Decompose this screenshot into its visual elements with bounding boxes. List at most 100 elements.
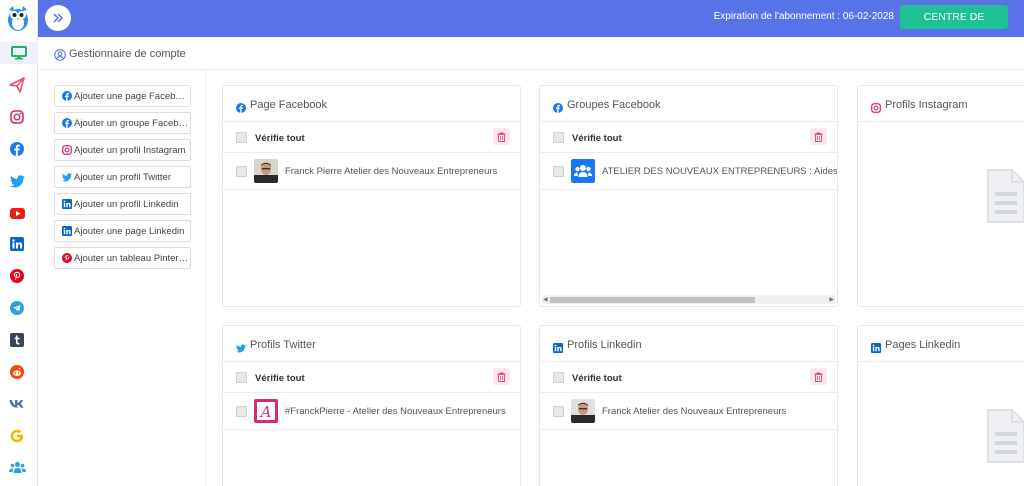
card-profils-instagram: Profils Instagram [857, 85, 1024, 307]
twitter-icon[interactable] [8, 172, 26, 190]
item-name: Franck Pierre Atelier des Nouveaux Entre… [285, 166, 498, 177]
card-groupes-facebook: Groupes Facebook Vérifie tout ATELIER DE… [539, 85, 838, 307]
facebook-icon[interactable] [8, 140, 26, 158]
check-all-label: Vérifie tout [572, 133, 622, 144]
linkedin-icon [62, 199, 72, 209]
trash-icon [497, 372, 506, 382]
top-bar: Expiration de l'abonnement : 06-02-2028 … [38, 0, 1024, 47]
facebook-icon [553, 100, 563, 118]
card-header: Profils Twitter [223, 326, 520, 362]
check-all-row: Vérifie tout [223, 122, 520, 153]
page-title: Gestionnaire de compte [69, 48, 186, 60]
linkedin-icon[interactable] [8, 235, 26, 253]
check-all-label: Vérifie tout [572, 373, 622, 384]
facebook-icon [62, 91, 72, 101]
item-checkbox[interactable] [553, 166, 564, 177]
add-button-label: Ajouter une page Facebook [74, 90, 190, 102]
double-chevron-right-icon [53, 13, 64, 23]
check-all-checkbox[interactable] [553, 372, 564, 383]
avatar: A [254, 399, 278, 423]
check-all-label: Vérifie tout [255, 133, 305, 144]
empty-document-icon [986, 408, 1024, 464]
item-checkbox[interactable] [236, 166, 247, 177]
card-page-facebook: Page Facebook Vérifie tout Franck Pierre… [222, 85, 521, 307]
item-checkbox[interactable] [553, 406, 564, 417]
twitter-icon [62, 172, 72, 182]
add-account-panel: Ajouter une page Facebook Ajouter un gro… [38, 70, 206, 486]
telegram-icon[interactable] [8, 299, 26, 317]
instagram-icon [871, 100, 881, 118]
svg-text:A: A [259, 403, 272, 421]
add-instagram-profile-button[interactable]: Ajouter un profil Instagram [54, 139, 191, 161]
users-icon[interactable] [8, 458, 26, 476]
check-all-checkbox[interactable] [553, 132, 564, 143]
page-header: Gestionnaire de compte [38, 37, 1024, 70]
list-item: Franck Atelier des Nouveaux Entrepreneur… [540, 393, 837, 430]
add-pinterest-board-button[interactable]: Ajouter un tableau Pinterest [54, 247, 191, 269]
check-all-label: Vérifie tout [255, 373, 305, 384]
avatar [254, 159, 278, 183]
card-profils-twitter: Profils Twitter Vérifie tout A #FranckPi… [222, 325, 521, 486]
pinterest-icon[interactable] [8, 267, 26, 285]
app-logo[interactable] [5, 4, 31, 32]
horizontal-scrollbar[interactable]: ◀ ▶ [542, 295, 835, 304]
list-item: A #FranckPierre - Atelier des Nouveaux E… [223, 393, 520, 430]
item-name: #FranckPierre - Atelier des Nouveaux Ent… [285, 406, 506, 417]
trash-icon [814, 132, 823, 142]
linkedin-icon [62, 226, 72, 236]
list-item: Franck Pierre Atelier des Nouveaux Entre… [223, 153, 520, 190]
check-all-checkbox[interactable] [236, 132, 247, 143]
scrollbar-thumb[interactable] [550, 297, 755, 303]
delete-button[interactable] [493, 128, 510, 145]
facebook-icon [236, 100, 246, 118]
vk-icon[interactable] [8, 395, 26, 413]
facebook-icon [62, 118, 72, 128]
linkedin-icon [553, 340, 563, 358]
empty-document-icon [986, 168, 1024, 224]
add-linkedin-page-button[interactable]: Ajouter une page Linkedin [54, 220, 191, 242]
item-name: Franck Atelier des Nouveaux Entrepreneur… [602, 406, 787, 417]
send-icon[interactable] [8, 76, 26, 94]
reddit-icon[interactable] [8, 363, 26, 381]
check-all-checkbox[interactable] [236, 372, 247, 383]
add-button-label: Ajouter une page Linkedin [74, 225, 185, 237]
card-header: Profils Instagram [858, 86, 1024, 122]
subscription-expiry: Expiration de l'abonnement : 06-02-2028 [713, 11, 894, 22]
google-icon[interactable] [8, 427, 26, 445]
delete-button[interactable] [493, 368, 510, 385]
check-all-row: Vérifie tout [540, 362, 837, 393]
trash-icon [497, 132, 506, 142]
pinterest-icon [62, 253, 72, 263]
item-checkbox[interactable] [236, 406, 247, 417]
youtube-icon[interactable] [8, 204, 26, 222]
instagram-icon[interactable] [8, 108, 26, 126]
card-pages-linkedin: Pages Linkedin [857, 325, 1024, 486]
tumblr-icon[interactable] [8, 331, 26, 349]
sidebar-toggle-button[interactable] [45, 5, 71, 31]
add-button-label: Ajouter un profil Linkedin [74, 198, 179, 210]
card-header: Profils Linkedin [540, 326, 837, 362]
add-twitter-profile-button[interactable]: Ajouter un profil Twitter [54, 166, 191, 188]
trash-icon [814, 372, 823, 382]
card-title: Page Facebook [250, 99, 328, 111]
delete-button[interactable] [810, 128, 827, 145]
card-title: Profils Instagram [885, 99, 968, 111]
card-header: Page Facebook [223, 86, 520, 122]
scroll-left-icon[interactable]: ◀ [543, 296, 548, 303]
add-facebook-page-button[interactable]: Ajouter une page Facebook [54, 85, 191, 107]
linkedin-icon [871, 340, 881, 358]
scroll-right-icon[interactable]: ▶ [829, 296, 834, 303]
check-all-row: Vérifie tout [223, 362, 520, 393]
monitor-icon[interactable] [0, 42, 38, 64]
delete-button[interactable] [810, 368, 827, 385]
add-button-label: Ajouter un profil Instagram [74, 144, 186, 156]
add-button-label: Ajouter un profil Twitter [74, 171, 171, 183]
left-icon-rail [0, 0, 38, 486]
card-title: Groupes Facebook [567, 99, 661, 111]
card-title: Pages Linkedin [885, 339, 961, 351]
add-linkedin-profile-button[interactable]: Ajouter un profil Linkedin [54, 193, 191, 215]
check-all-row: Vérifie tout [540, 122, 837, 153]
avatar [571, 399, 595, 423]
add-facebook-group-button[interactable]: Ajouter un groupe Facebook [54, 112, 191, 134]
support-center-button[interactable]: CENTRE DE SOUTIEN [900, 5, 1008, 47]
